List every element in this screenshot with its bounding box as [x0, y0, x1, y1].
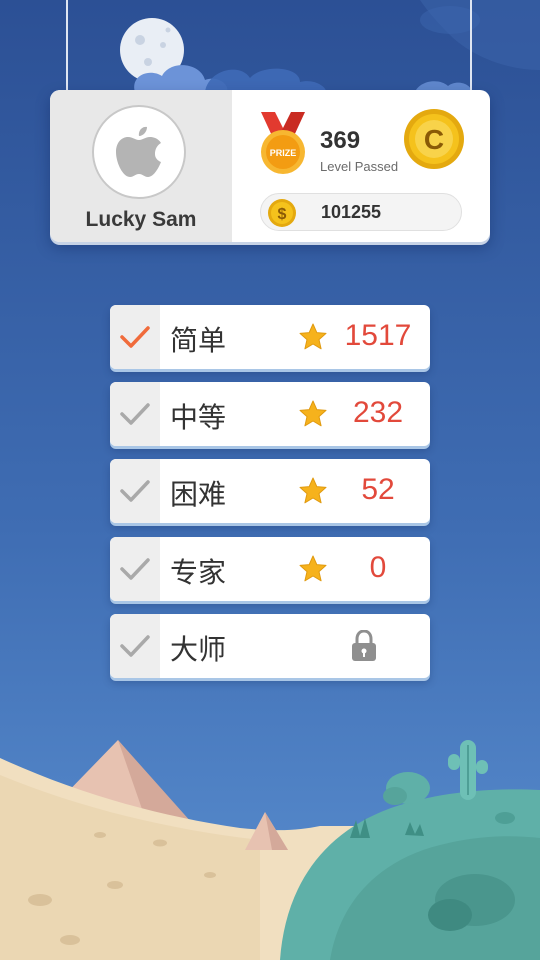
difficulty-label: 简单 [170, 324, 227, 357]
difficulty-row-hard[interactable]: 困难 52 [110, 459, 430, 523]
star-icon [298, 399, 328, 434]
avatar[interactable] [92, 105, 186, 199]
prize-medal-icon: PRIZE [261, 112, 305, 174]
difficulty-label: 困难 [170, 478, 227, 511]
player-profile-card: Lucky Sam PRIZE 369 Level Passed C $ 101… [50, 90, 490, 242]
star-count: 52 [361, 473, 395, 506]
star-count: 0 [369, 551, 387, 584]
check-cell [110, 305, 160, 369]
checkmark-icon [120, 326, 150, 348]
difficulty-row-master[interactable]: 大师 [110, 614, 430, 678]
difficulty-row-easy[interactable]: 简单 1517 [110, 305, 430, 369]
coin-balance: 101255 [321, 202, 382, 222]
coin-balance-bar: $ 101255 [260, 193, 462, 231]
star-icon [298, 322, 328, 357]
difficulty-label: 大师 [170, 633, 227, 666]
dollar-coin-icon: $ [268, 199, 296, 227]
check-cell [110, 537, 160, 601]
prize-label: PRIZE [270, 148, 297, 158]
apple-logo-icon [116, 126, 161, 177]
coin-store-button[interactable]: C [403, 108, 465, 170]
player-name: Lucky Sam [85, 208, 197, 231]
hanging-string-right [470, 0, 472, 96]
difficulty-row-expert[interactable]: 专家 0 [110, 537, 430, 601]
coin-letter: C [424, 124, 444, 155]
checkmark-icon [120, 480, 150, 502]
checkmark-icon [120, 403, 150, 425]
check-cell [110, 614, 160, 678]
dollar-symbol: $ [278, 206, 287, 223]
check-cell [110, 459, 160, 523]
levels-passed-label: Level Passed [320, 159, 399, 174]
hanging-string-left [66, 0, 68, 96]
checkmark-icon [120, 635, 150, 657]
levels-passed-count: 369 [320, 127, 361, 154]
check-cell [110, 382, 160, 446]
checkmark-icon [120, 558, 150, 580]
star-icon [298, 554, 328, 589]
difficulty-label: 中等 [170, 401, 227, 434]
lock-icon [351, 629, 377, 667]
star-count: 232 [352, 396, 404, 429]
profile-avatar-panel: Lucky Sam [50, 90, 232, 242]
difficulty-row-medium[interactable]: 中等 232 [110, 382, 430, 446]
star-count: 1517 [344, 319, 412, 352]
difficulty-label: 专家 [170, 556, 227, 589]
star-icon [298, 476, 328, 511]
